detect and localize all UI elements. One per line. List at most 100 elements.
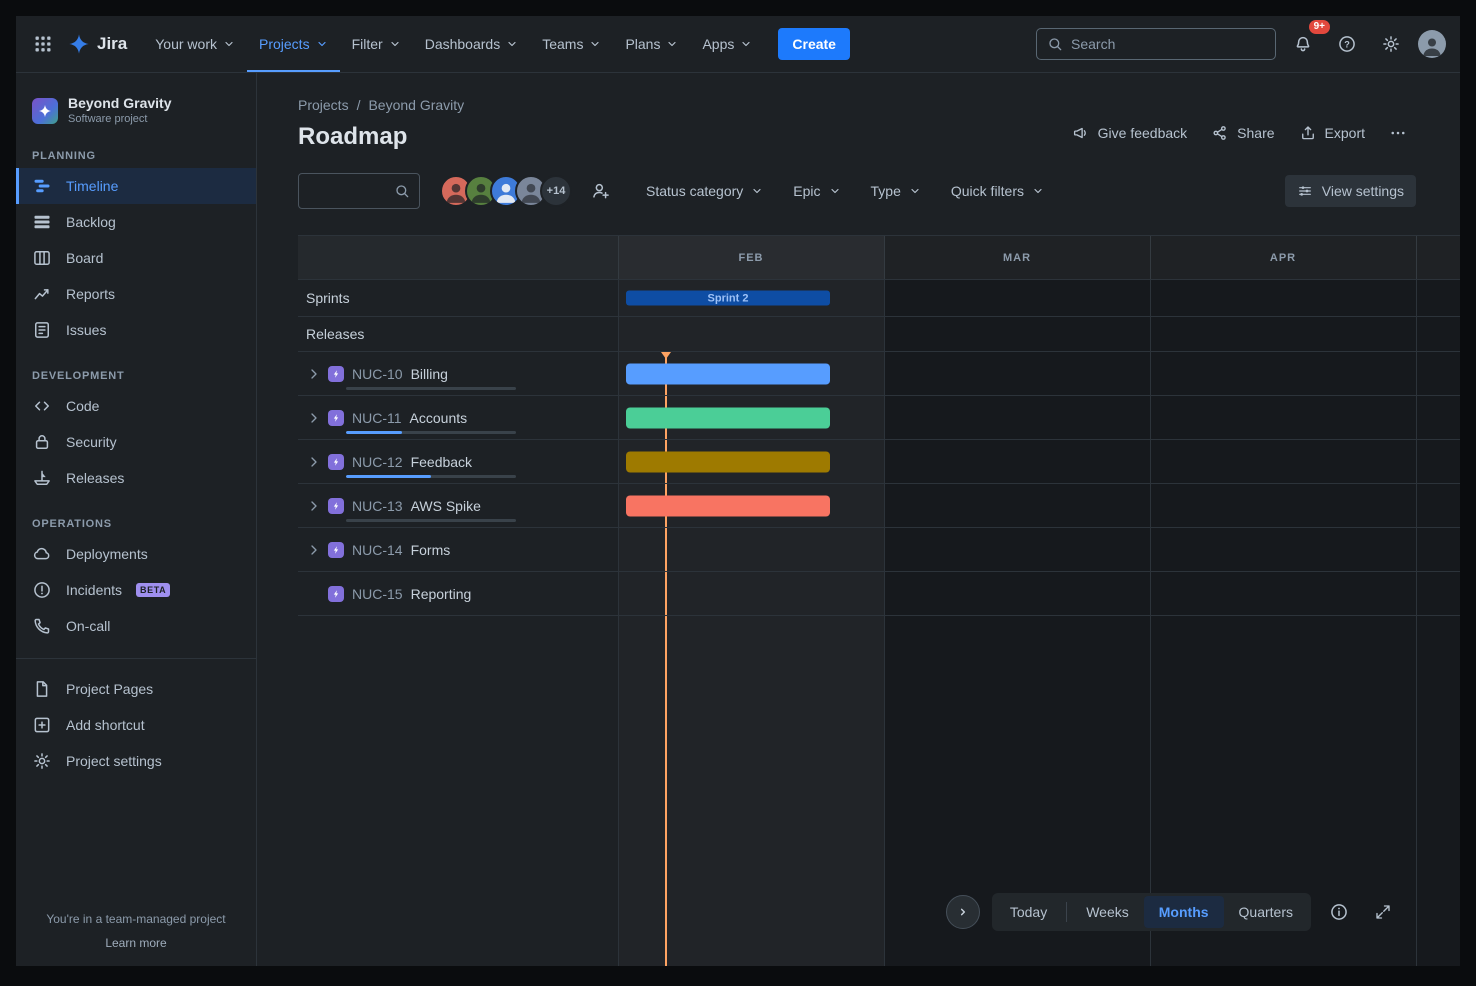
nav-dashboards[interactable]: Dashboards bbox=[413, 16, 531, 72]
releases-row: Releases bbox=[298, 317, 1460, 352]
fullscreen-button[interactable] bbox=[1367, 896, 1399, 928]
expand-chevron-icon[interactable] bbox=[306, 454, 324, 470]
epic-row[interactable]: NUC-15 Reporting bbox=[298, 572, 1460, 616]
global-search[interactable] bbox=[1036, 28, 1276, 60]
export-icon bbox=[1299, 124, 1317, 142]
more-icon bbox=[1389, 124, 1407, 142]
nav-projects[interactable]: Projects bbox=[247, 16, 340, 72]
sidebar-item-board[interactable]: Board bbox=[16, 240, 256, 276]
epic-bar[interactable] bbox=[626, 407, 830, 428]
nav-teams[interactable]: Teams bbox=[530, 16, 613, 72]
epic-row[interactable]: NUC-14 Forms bbox=[298, 528, 1460, 572]
view-settings-button[interactable]: View settings bbox=[1285, 175, 1416, 207]
filter-status-category[interactable]: Status category bbox=[636, 177, 773, 205]
nav-label: Projects bbox=[259, 36, 310, 52]
sidebar-item-timeline[interactable]: Timeline bbox=[16, 168, 256, 204]
sidebar-item-issues[interactable]: Issues bbox=[16, 312, 256, 348]
sidebar-item-label: Issues bbox=[66, 322, 106, 338]
epic-row[interactable]: NUC-12 Feedback bbox=[298, 440, 1460, 484]
create-button[interactable]: Create bbox=[778, 28, 850, 60]
epic-bar[interactable] bbox=[626, 451, 830, 472]
sprints-label: Sprints bbox=[298, 280, 618, 316]
nav-plans[interactable]: Plans bbox=[613, 16, 690, 72]
jira-logo[interactable]: Jira bbox=[68, 33, 127, 55]
filter-epic[interactable]: Epic bbox=[783, 177, 850, 205]
epic-icon bbox=[328, 542, 344, 558]
help-button[interactable]: ? bbox=[1330, 27, 1364, 61]
sidebar-item-label: Project settings bbox=[66, 753, 162, 769]
expand-chevron-icon[interactable] bbox=[306, 542, 324, 558]
epic-key: NUC-10 bbox=[352, 366, 403, 382]
today-button[interactable]: Today bbox=[995, 896, 1062, 928]
timeline-search-input[interactable] bbox=[308, 183, 394, 199]
breadcrumb-projects[interactable]: Projects bbox=[298, 97, 349, 113]
beta-badge: BETA bbox=[136, 583, 170, 597]
epic-bar[interactable] bbox=[626, 495, 830, 516]
nav-label: Your work bbox=[155, 36, 217, 52]
sidebar-item-backlog[interactable]: Backlog bbox=[16, 204, 256, 240]
sidebar-item-incidents[interactable]: Incidents BETA bbox=[16, 572, 256, 608]
epic-row[interactable]: NUC-10 Billing bbox=[298, 352, 1460, 396]
nav-apps[interactable]: Apps bbox=[690, 16, 764, 72]
epic-bar-area bbox=[618, 484, 1460, 527]
ship-icon bbox=[32, 468, 52, 488]
avatar-overflow-count[interactable]: +14 bbox=[540, 175, 572, 207]
add-shortcut-icon bbox=[32, 715, 52, 735]
epic-icon bbox=[328, 498, 344, 514]
sidebar-item-code[interactable]: Code bbox=[16, 388, 256, 424]
epic-row[interactable]: NUC-11 Accounts bbox=[298, 396, 1460, 440]
timeline-info-button[interactable] bbox=[1323, 896, 1355, 928]
sidebar-item-project-pages[interactable]: Project Pages bbox=[16, 671, 256, 707]
zoom-weeks-button[interactable]: Weeks bbox=[1071, 896, 1144, 928]
megaphone-icon bbox=[1072, 124, 1090, 142]
sidebar-item-deployments[interactable]: Deployments bbox=[16, 536, 256, 572]
breadcrumb-project-name[interactable]: Beyond Gravity bbox=[368, 97, 464, 113]
project-name: Beyond Gravity bbox=[68, 95, 171, 112]
epic-list-cell: NUC-10 Billing bbox=[298, 352, 618, 395]
expand-chevron-icon[interactable] bbox=[306, 498, 324, 514]
epic-progress-fill bbox=[346, 431, 402, 434]
epic-list-cell: NUC-15 Reporting bbox=[298, 572, 618, 615]
document-icon bbox=[32, 679, 52, 699]
header-actions: Give feedback Share Export bbox=[1063, 119, 1416, 151]
expand-chevron-icon[interactable] bbox=[306, 366, 324, 382]
timeline-search[interactable] bbox=[298, 173, 420, 209]
expand-chevron-icon[interactable] bbox=[306, 410, 324, 426]
settings-button[interactable] bbox=[1374, 27, 1408, 61]
sidebar-item-reports[interactable]: Reports bbox=[16, 276, 256, 312]
add-people-button[interactable] bbox=[584, 174, 618, 208]
epic-bar[interactable] bbox=[626, 363, 830, 384]
learn-more-link[interactable]: Learn more bbox=[32, 936, 240, 950]
app-switcher-button[interactable] bbox=[26, 27, 60, 61]
sidebar-item-add-shortcut[interactable]: Add shortcut bbox=[16, 707, 256, 743]
nav-your-work[interactable]: Your work bbox=[143, 16, 247, 72]
sprint-bar[interactable]: Sprint 2 bbox=[626, 291, 830, 306]
share-button[interactable]: Share bbox=[1202, 119, 1283, 147]
export-label: Export bbox=[1325, 125, 1365, 141]
releases-bar-area bbox=[618, 317, 1460, 351]
sidebar-item-security[interactable]: Security bbox=[16, 424, 256, 460]
more-actions-button[interactable] bbox=[1380, 119, 1416, 147]
search-icon bbox=[394, 183, 410, 199]
notification-count-badge: 9+ bbox=[1309, 20, 1330, 34]
expand-icon bbox=[1374, 903, 1392, 921]
sidebar-item-on-call[interactable]: On-call bbox=[16, 608, 256, 644]
user-avatar[interactable] bbox=[1418, 30, 1446, 58]
zoom-quarters-button[interactable]: Quarters bbox=[1224, 896, 1308, 928]
filter-quick-filters[interactable]: Quick filters bbox=[941, 177, 1054, 205]
section-title-planning: PLANNING bbox=[16, 150, 256, 162]
alert-icon bbox=[32, 580, 52, 600]
global-search-input[interactable] bbox=[1071, 36, 1265, 52]
project-header[interactable]: Beyond Gravity Software project bbox=[16, 91, 256, 128]
nav-filter[interactable]: Filter bbox=[340, 16, 413, 72]
give-feedback-button[interactable]: Give feedback bbox=[1063, 119, 1197, 147]
export-button[interactable]: Export bbox=[1290, 119, 1374, 147]
filter-type[interactable]: Type bbox=[861, 177, 931, 205]
sidebar-item-project-settings[interactable]: Project settings bbox=[16, 743, 256, 779]
zoom-months-button[interactable]: Months bbox=[1144, 896, 1224, 928]
filter-label: Type bbox=[871, 183, 901, 199]
chevron-down-icon bbox=[589, 38, 601, 50]
expand-panel-button[interactable] bbox=[946, 895, 980, 929]
epic-row[interactable]: NUC-13 AWS Spike bbox=[298, 484, 1460, 528]
sidebar-item-releases[interactable]: Releases bbox=[16, 460, 256, 496]
